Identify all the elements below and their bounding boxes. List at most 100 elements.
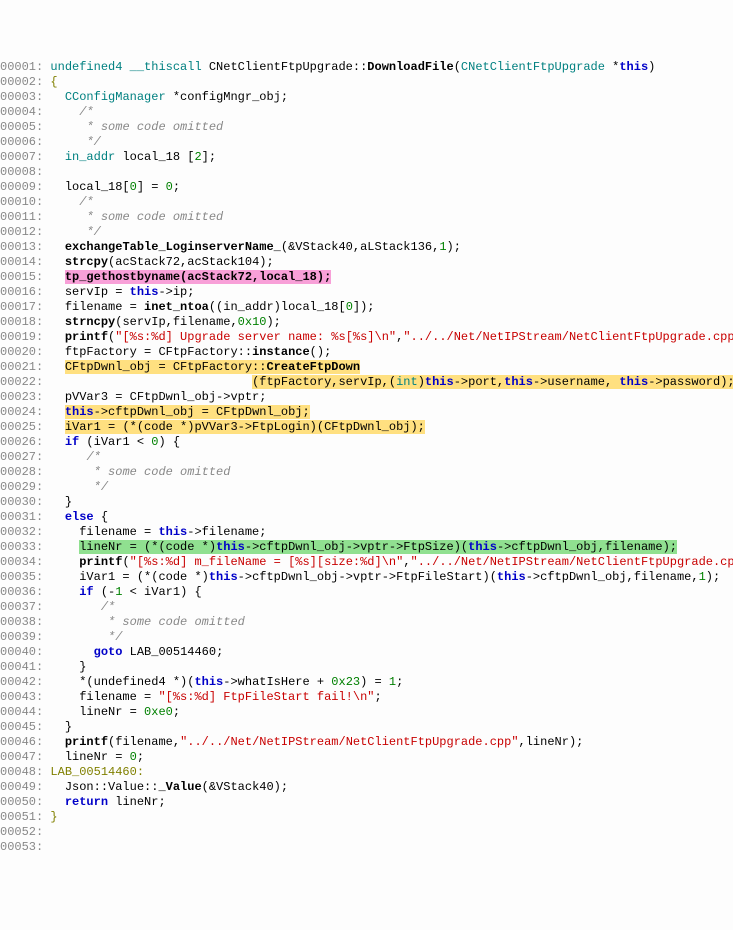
line-number: 00011:	[0, 210, 43, 224]
line-number: 00009:	[0, 180, 43, 194]
code-token	[43, 150, 65, 164]
code-line[interactable]: 00010: /*	[0, 195, 733, 210]
code-line[interactable]: 00030: }	[0, 495, 733, 510]
code-token: */	[86, 135, 100, 149]
code-line[interactable]: 00022: (ftpFactory,servIp,(int)this->por…	[0, 375, 733, 390]
code-token: 1	[699, 570, 706, 584]
code-line[interactable]: 00008:	[0, 165, 733, 180]
code-line[interactable]: 00034: printf("[%s:%d] m_fileName = [%s]…	[0, 555, 733, 570]
code-token: "../../Net/NetIPStream/NetClientFtpUpgra…	[180, 735, 518, 749]
code-line[interactable]: 00005: * some code omitted	[0, 120, 733, 135]
code-line[interactable]: 00031: else {	[0, 510, 733, 525]
code-token: exchangeTable_LoginserverName_	[65, 240, 281, 254]
code-line[interactable]: 00053:	[0, 840, 733, 855]
code-line[interactable]: 00026: if (iVar1 < 0) {	[0, 435, 733, 450]
code-line[interactable]: 00038: * some code omitted	[0, 615, 733, 630]
code-line[interactable]: 00039: */	[0, 630, 733, 645]
code-line[interactable]: 00001: undefined4 __thiscall CNetClientF…	[0, 60, 733, 75]
code-line[interactable]: 00035: iVar1 = (*(code *)this->cftpDwnl_…	[0, 570, 733, 585]
code-token: */	[86, 225, 100, 239]
code-token: /*	[79, 195, 93, 209]
code-line[interactable]: 00023: pVVar3 = CFtpDwnl_obj->vptr;	[0, 390, 733, 405]
code-line[interactable]: 00042: *(undefined4 *)(this->whatIsHere …	[0, 675, 733, 690]
code-line[interactable]: 00018: strncpy(servIp,filename,0x10);	[0, 315, 733, 330]
code-token: CNetClientFtpUpgrade	[461, 60, 605, 74]
code-token	[43, 315, 65, 329]
line-number: 00050:	[0, 795, 43, 809]
code-line[interactable]: 00004: /*	[0, 105, 733, 120]
decompiler-code-view[interactable]: 00001: undefined4 __thiscall CNetClientF…	[0, 60, 733, 855]
code-line[interactable]: 00032: filename = this->filename;	[0, 525, 733, 540]
code-token: inet_ntoa	[144, 300, 209, 314]
code-token: this	[619, 60, 648, 74]
code-line[interactable]: 00041: }	[0, 660, 733, 675]
code-line[interactable]: 00016: servIp = this->ip;	[0, 285, 733, 300]
code-token: 0xe0	[144, 705, 173, 719]
code-token: DownloadFile	[367, 60, 453, 74]
code-token: /*	[101, 600, 115, 614]
code-line[interactable]: 00037: /*	[0, 600, 733, 615]
code-token: */	[94, 480, 108, 494]
code-line[interactable]: 00047: lineNr = 0;	[0, 750, 733, 765]
code-line[interactable]: 00017: filename = inet_ntoa((in_addr)loc…	[0, 300, 733, 315]
code-token: filename =	[43, 525, 158, 539]
code-line[interactable]: 00003: CConfigManager *configMngr_obj;	[0, 90, 733, 105]
code-line[interactable]: 00048: LAB_00514460:	[0, 765, 733, 780]
code-line[interactable]: 00028: * some code omitted	[0, 465, 733, 480]
code-line[interactable]: 00013: exchangeTable_LoginserverName_(&V…	[0, 240, 733, 255]
code-line[interactable]: 00011: * some code omitted	[0, 210, 733, 225]
code-token	[43, 255, 65, 269]
code-token: ];	[202, 150, 216, 164]
code-line[interactable]: 00012: */	[0, 225, 733, 240]
code-token: undefined4	[50, 60, 122, 74]
line-number: 00034:	[0, 555, 43, 569]
code-token: )	[418, 375, 425, 389]
line-number: 00048:	[0, 765, 43, 779]
code-line[interactable]: 00045: }	[0, 720, 733, 735]
code-token: ();	[310, 345, 332, 359]
line-number: 00036:	[0, 585, 43, 599]
code-token: (-	[94, 585, 116, 599]
code-token	[43, 240, 65, 254]
code-token	[43, 105, 79, 119]
code-line[interactable]: 00033: lineNr = (*(code *)this->cftpDwnl…	[0, 540, 733, 555]
code-line[interactable]: 00024: this->cftpDwnl_obj = CFtpDwnl_obj…	[0, 405, 733, 420]
code-line[interactable]: 00009: local_18[0] = 0;	[0, 180, 733, 195]
code-line[interactable]: 00052:	[0, 825, 733, 840]
code-line[interactable]: 00015: tp_gethostbyname(acStack72,local_…	[0, 270, 733, 285]
code-line[interactable]: 00019: printf("[%s:%d] Upgrade server na…	[0, 330, 733, 345]
code-token: * some code omitted	[94, 465, 231, 479]
code-line[interactable]: 00025: iVar1 = (*(code *)pVVar3->FtpLogi…	[0, 420, 733, 435]
code-line[interactable]: 00029: */	[0, 480, 733, 495]
code-line[interactable]: 00040: goto LAB_00514460;	[0, 645, 733, 660]
code-token	[43, 615, 108, 629]
code-line[interactable]: 00014: strcpy(acStack72,acStack104);	[0, 255, 733, 270]
code-token: }	[43, 810, 57, 824]
code-line[interactable]: 00049: Json::Value::_Value(&VStack40);	[0, 780, 733, 795]
line-number: 00049:	[0, 780, 43, 794]
code-token	[43, 360, 65, 374]
code-line[interactable]: 00046: printf(filename,"../../Net/NetIPS…	[0, 735, 733, 750]
code-line[interactable]: 00020: ftpFactory = CFtpFactory::instanc…	[0, 345, 733, 360]
line-number: 00015:	[0, 270, 43, 284]
code-token: this	[619, 375, 648, 389]
code-line[interactable]: 00007: in_addr local_18 [2];	[0, 150, 733, 165]
code-line[interactable]: 00006: */	[0, 135, 733, 150]
code-token: ;	[173, 705, 180, 719]
code-token	[43, 210, 86, 224]
code-line[interactable]: 00021: CFtpDwnl_obj = CFtpFactory::Creat…	[0, 360, 733, 375]
code-line[interactable]: 00027: /*	[0, 450, 733, 465]
code-line[interactable]: 00051: }	[0, 810, 733, 825]
code-token	[43, 270, 65, 284]
code-token: ;	[396, 675, 403, 689]
code-token: printf	[79, 555, 122, 569]
code-token: this	[158, 525, 187, 539]
code-token	[43, 555, 79, 569]
code-line[interactable]: 00036: if (-1 < iVar1) {	[0, 585, 733, 600]
code-token: this	[425, 375, 454, 389]
code-line[interactable]: 00050: return lineNr;	[0, 795, 733, 810]
line-number: 00042:	[0, 675, 43, 689]
code-line[interactable]: 00002: {	[0, 75, 733, 90]
code-line[interactable]: 00043: filename = "[%s:%d] FtpFileStart …	[0, 690, 733, 705]
code-line[interactable]: 00044: lineNr = 0xe0;	[0, 705, 733, 720]
